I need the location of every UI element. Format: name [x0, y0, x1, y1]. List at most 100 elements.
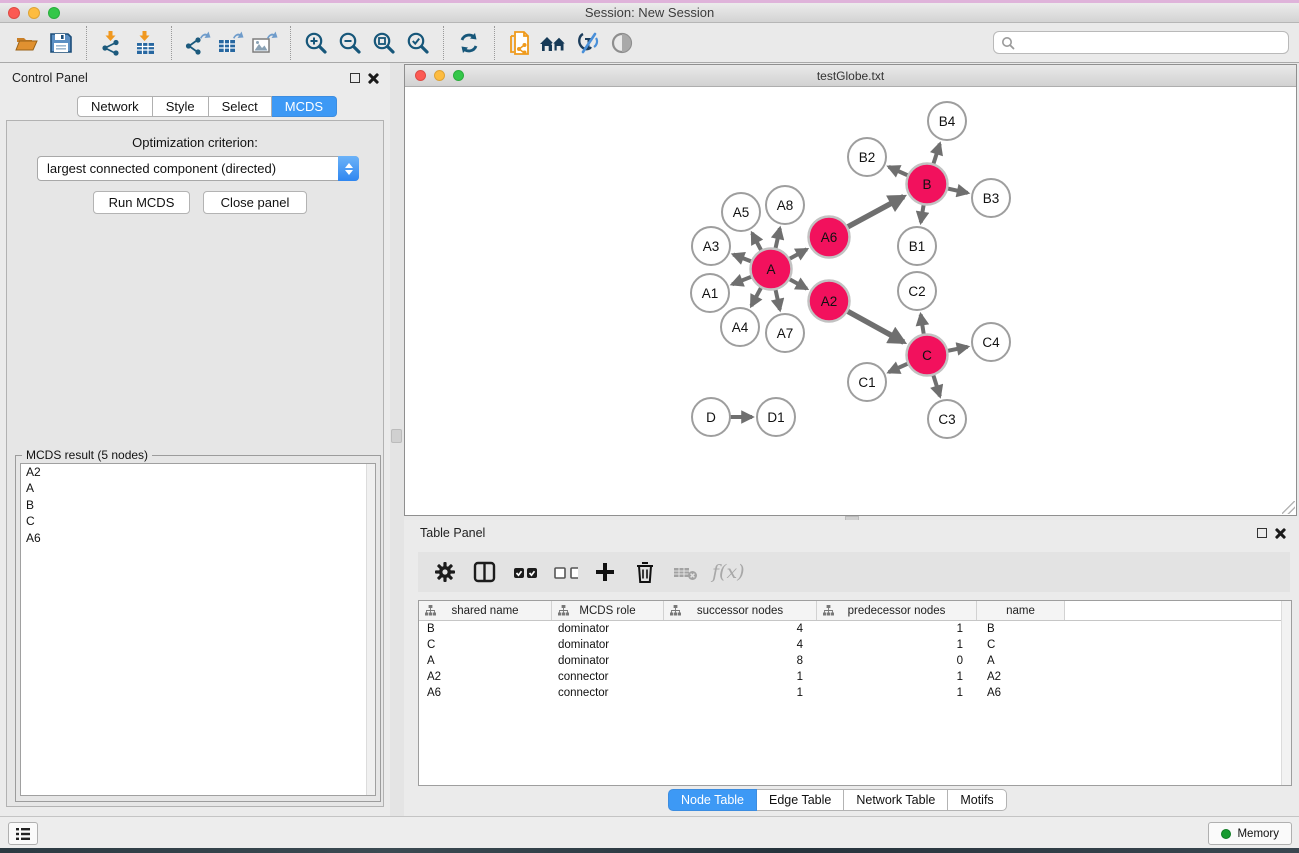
import-network-button[interactable]	[95, 26, 129, 60]
table-body: Bdominator41BCdominator41CAdominator80AA…	[419, 621, 1291, 701]
export-table-button[interactable]	[214, 26, 248, 60]
delete-table-icon-disabled	[672, 559, 698, 585]
run-mcds-button[interactable]: Run MCDS	[93, 191, 190, 214]
svg-text:C3: C3	[938, 412, 955, 427]
import-table-button[interactable]	[129, 26, 163, 60]
table-tabs: Node Table Edge Table Network Table Moti…	[668, 789, 1007, 811]
task-history-button[interactable]	[8, 822, 38, 845]
task-list-icon	[15, 827, 31, 841]
tab-node-table[interactable]: Node Table	[668, 789, 757, 811]
svg-text:C4: C4	[982, 335, 1000, 350]
zoom-fit-button[interactable]	[367, 26, 401, 60]
search-box[interactable]	[993, 31, 1289, 54]
tab-motifs[interactable]: Motifs	[948, 789, 1006, 811]
hierarchy-icon	[425, 605, 436, 616]
export-network-button[interactable]	[180, 26, 214, 60]
tab-mcds[interactable]: MCDS	[272, 96, 337, 117]
control-panel-title: Control Panel	[12, 71, 88, 85]
select-stepper-icon	[338, 156, 359, 181]
result-item[interactable]: A	[21, 480, 375, 496]
control-panel: Control Panel Network Style Select MCDS …	[0, 63, 390, 816]
show-columns-icon[interactable]	[472, 559, 498, 585]
table-scrollbar[interactable]	[1281, 601, 1291, 785]
deselect-all-icon[interactable]	[552, 559, 578, 585]
float-panel-icon[interactable]	[350, 73, 360, 83]
vertical-splitter[interactable]	[390, 63, 404, 816]
table-row[interactable]: A6connector11A6	[419, 685, 1291, 701]
main-toolbar	[0, 23, 1299, 63]
tab-edge-table[interactable]: Edge Table	[757, 789, 844, 811]
criterion-select[interactable]: largest connected component (directed)	[37, 156, 359, 181]
node-table: shared name MCDS role successor nodes pr…	[418, 600, 1292, 786]
result-scrollbar[interactable]	[366, 464, 375, 795]
close-table-panel-icon[interactable]	[1275, 527, 1287, 539]
zoom-selected-button[interactable]	[401, 26, 435, 60]
table-toolbar: f(x)	[418, 552, 1290, 592]
float-table-panel-icon[interactable]	[1257, 528, 1267, 538]
svg-text:B2: B2	[859, 150, 876, 165]
save-session-button[interactable]	[44, 26, 78, 60]
toolbar-separator	[494, 26, 495, 60]
zoom-in-button[interactable]	[299, 26, 333, 60]
mcds-result-list[interactable]: A2ABCA6	[20, 463, 376, 796]
svg-text:D1: D1	[767, 410, 784, 425]
create-column-plus-icon[interactable]	[592, 559, 618, 585]
table-row[interactable]: Bdominator41B	[419, 621, 1291, 637]
hierarchy-icon	[670, 605, 681, 616]
hide-labels-button[interactable]	[571, 26, 605, 60]
network-view-window: testGlobe.txt B4B2BB3A8A5A6A3B1AA1C2A2A4…	[404, 64, 1297, 516]
table-settings-gear-icon[interactable]	[432, 559, 458, 585]
close-panel-button[interactable]: Close panel	[203, 191, 307, 214]
svg-text:D: D	[706, 410, 716, 425]
column-header-shared-name[interactable]: shared name	[419, 601, 552, 620]
toolbar-separator	[171, 26, 172, 60]
header-filler	[1065, 601, 1291, 620]
network-from-file-button[interactable]	[503, 26, 537, 60]
svg-text:B3: B3	[983, 191, 1000, 206]
tab-network[interactable]: Network	[77, 96, 153, 117]
column-header-successor-nodes[interactable]: successor nodes	[664, 601, 817, 620]
open-session-button[interactable]	[10, 26, 44, 60]
result-item[interactable]: B	[21, 497, 375, 513]
table-row[interactable]: Cdominator41C	[419, 637, 1291, 653]
table-row[interactable]: Adominator80A	[419, 653, 1291, 669]
svg-text:A3: A3	[703, 239, 720, 254]
tab-network-table[interactable]: Network Table	[844, 789, 948, 811]
network-graph[interactable]: B4B2BB3A8A5A6A3B1AA1C2A2A4A7C4CC1C3DD1	[405, 87, 1296, 515]
result-item[interactable]: A6	[21, 530, 375, 546]
svg-text:C2: C2	[908, 284, 925, 299]
hierarchy-icon	[823, 605, 834, 616]
search-input[interactable]	[1016, 36, 1288, 50]
function-builder-icon-disabled: f(x)	[712, 561, 745, 583]
svg-text:A5: A5	[733, 205, 750, 220]
home-view-button[interactable]	[537, 26, 571, 60]
network-canvas[interactable]: B4B2BB3A8A5A6A3B1AA1C2A2A4A7C4CC1C3DD1	[405, 87, 1296, 515]
resize-grip[interactable]	[1282, 501, 1295, 514]
optimization-criterion-label: Optimization criterion:	[7, 135, 383, 150]
tab-select[interactable]: Select	[209, 96, 272, 117]
mcds-result-group: MCDS result (5 nodes) A2ABCA6	[15, 455, 381, 802]
export-image-button[interactable]	[248, 26, 282, 60]
cytoscape-window: Session: New Session	[0, 0, 1299, 853]
zoom-out-button[interactable]	[333, 26, 367, 60]
column-header-mcds-role[interactable]: MCDS role	[552, 601, 664, 620]
close-panel-icon[interactable]	[368, 72, 380, 84]
tab-style[interactable]: Style	[153, 96, 209, 117]
criterion-selected-value: largest connected component (directed)	[38, 161, 338, 176]
refresh-button[interactable]	[452, 26, 486, 60]
delete-column-trash-icon[interactable]	[632, 559, 658, 585]
svg-text:B4: B4	[939, 114, 956, 129]
result-item[interactable]: C	[21, 513, 375, 529]
splitter-handle[interactable]	[391, 429, 402, 443]
svg-text:A: A	[766, 262, 775, 277]
table-row[interactable]: A2connector11A2	[419, 669, 1291, 685]
select-all-icon[interactable]	[512, 559, 538, 585]
column-header-name[interactable]: name	[977, 601, 1065, 620]
memory-button[interactable]: Memory	[1208, 822, 1292, 845]
mcds-tab-content: Optimization criterion: largest connecte…	[6, 120, 384, 807]
result-item[interactable]: A2	[21, 464, 375, 480]
window-title: Session: New Session	[0, 5, 1299, 20]
column-header-predecessor-nodes[interactable]: predecessor nodes	[817, 601, 977, 620]
show-graphics-details-button[interactable]	[605, 26, 639, 60]
network-window-titlebar[interactable]: testGlobe.txt	[405, 65, 1296, 87]
